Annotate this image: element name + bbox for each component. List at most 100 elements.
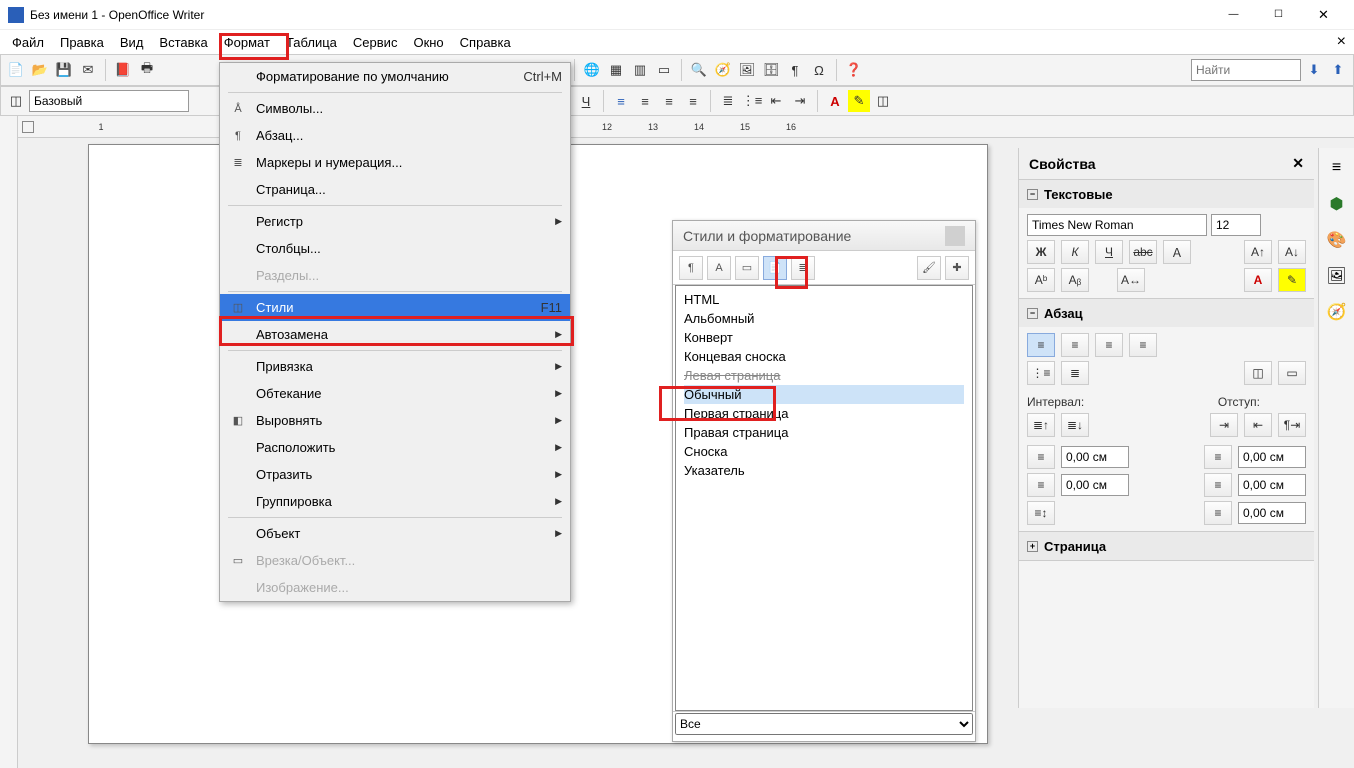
collapse-icon[interactable]: − bbox=[1027, 189, 1038, 200]
menu-default-format[interactable]: Форматирование по умолчаниюCtrl+M bbox=[220, 63, 570, 90]
spacing-dec-icon[interactable]: ≣↓ bbox=[1061, 413, 1089, 437]
collapse-icon-2[interactable]: − bbox=[1027, 308, 1038, 319]
para-justify-icon[interactable]: ≡ bbox=[1129, 333, 1157, 357]
link-button[interactable]: 🌐 bbox=[581, 59, 603, 81]
table-button[interactable]: ▦ bbox=[605, 59, 627, 81]
menu-page[interactable]: Страница... bbox=[220, 176, 570, 203]
frame-button[interactable]: ▭ bbox=[653, 59, 675, 81]
bullets-icon[interactable]: ⋮≡ bbox=[741, 90, 763, 112]
strike-prop-icon[interactable]: abc bbox=[1129, 240, 1157, 264]
below-spin[interactable] bbox=[1061, 474, 1129, 496]
menu-help[interactable]: Справка bbox=[452, 33, 519, 52]
style-item-leftpage[interactable]: Левая страница bbox=[684, 366, 964, 385]
expand-icon[interactable]: + bbox=[1027, 541, 1038, 552]
align-left-icon[interactable]: ≡ bbox=[610, 90, 632, 112]
below-icon[interactable]: ≡ bbox=[1027, 473, 1055, 497]
grow-font-icon[interactable]: A↑ bbox=[1244, 240, 1272, 264]
find-button[interactable]: 🔍 bbox=[688, 59, 710, 81]
style-item-landscape[interactable]: Альбомный bbox=[684, 309, 964, 328]
char-button[interactable]: Ω bbox=[808, 59, 830, 81]
font-name-combo[interactable] bbox=[1027, 214, 1207, 236]
menu-edit[interactable]: Правка bbox=[52, 33, 112, 52]
align-justify-icon[interactable]: ≡ bbox=[682, 90, 704, 112]
bgcolor-icon[interactable]: ◫ bbox=[872, 90, 894, 112]
sidebar-menu-icon[interactable]: ≡ bbox=[1323, 154, 1351, 182]
style-combo[interactable] bbox=[29, 90, 189, 112]
shrink-font-icon[interactable]: A↓ bbox=[1278, 240, 1306, 264]
new-style-icon[interactable]: ✚ bbox=[945, 256, 969, 280]
highlight-prop-icon[interactable]: ✎ bbox=[1278, 268, 1306, 292]
sidebar-gallery-icon[interactable]: 🎨 bbox=[1323, 226, 1351, 254]
menu-view[interactable]: Вид bbox=[112, 33, 152, 52]
underline-icon[interactable]: Ч bbox=[575, 90, 597, 112]
style-item-index[interactable]: Указатель bbox=[684, 461, 964, 480]
sidebar-compass-icon[interactable]: 🧭 bbox=[1323, 298, 1351, 326]
align-center-icon[interactable]: ≡ bbox=[634, 90, 656, 112]
sub-prop-icon[interactable]: Aᵦ bbox=[1061, 268, 1089, 292]
style-item-html[interactable]: HTML bbox=[684, 290, 964, 309]
para-bg-icon[interactable]: ◫ bbox=[1244, 361, 1272, 385]
help-button[interactable]: ❓ bbox=[843, 59, 865, 81]
menu-flip[interactable]: Отразить▶ bbox=[220, 461, 570, 488]
sidebar-properties-icon[interactable]: ⬢ bbox=[1323, 190, 1351, 218]
char-styles-icon[interactable]: A bbox=[707, 256, 731, 280]
find-next-icon[interactable]: ⬆ bbox=[1327, 59, 1349, 81]
menu-tools[interactable]: Сервис bbox=[345, 33, 406, 52]
menu-paragraph[interactable]: ¶Абзац... bbox=[220, 122, 570, 149]
navigator-button[interactable]: 🧭 bbox=[712, 59, 734, 81]
menu-symbols[interactable]: ÅСимволы... bbox=[220, 95, 570, 122]
columns-button[interactable]: ▥ bbox=[629, 59, 651, 81]
para-bullets-icon[interactable]: ⋮≡ bbox=[1027, 361, 1055, 385]
styles-panel-close-icon[interactable] bbox=[945, 226, 965, 246]
firstindent-spin[interactable] bbox=[1238, 502, 1306, 524]
menu-align[interactable]: ◧Выровнять▶ bbox=[220, 407, 570, 434]
numbering-icon[interactable]: ≣ bbox=[717, 90, 739, 112]
highlight-icon[interactable]: ✎ bbox=[848, 90, 870, 112]
menu-object[interactable]: Объект▶ bbox=[220, 520, 570, 547]
nonprint-button[interactable]: ¶ bbox=[784, 59, 806, 81]
menu-file[interactable]: Файл bbox=[4, 33, 52, 52]
page-section-header[interactable]: + Страница bbox=[1019, 532, 1314, 560]
underline-prop-icon[interactable]: Ч bbox=[1095, 240, 1123, 264]
style-item-endnote[interactable]: Концевая сноска bbox=[684, 347, 964, 366]
font-color-icon[interactable]: А bbox=[824, 90, 846, 112]
style-item-rightpage[interactable]: Правая страница bbox=[684, 423, 964, 442]
after-spin[interactable] bbox=[1238, 474, 1306, 496]
close-button[interactable]: ✕ bbox=[1301, 1, 1346, 29]
doc-close-icon[interactable]: × bbox=[1337, 33, 1346, 51]
after-icon[interactable]: ≡ bbox=[1204, 473, 1232, 497]
menu-arrange[interactable]: Расположить▶ bbox=[220, 434, 570, 461]
pdf-button[interactable]: 📕 bbox=[112, 59, 134, 81]
menu-autocorrect[interactable]: Автозамена▶ bbox=[220, 321, 570, 348]
menu-group[interactable]: Группировка▶ bbox=[220, 488, 570, 515]
print-button[interactable]: 🖶 bbox=[136, 59, 158, 81]
para-center-icon[interactable]: ≡ bbox=[1061, 333, 1089, 357]
style-item-firstpage[interactable]: Первая страница bbox=[684, 404, 964, 423]
para-section-header[interactable]: − Абзац bbox=[1019, 299, 1314, 327]
firstline-icon[interactable]: ¶⇥ bbox=[1278, 413, 1306, 437]
linespacing-icon[interactable]: ≡↕ bbox=[1027, 501, 1055, 525]
before-spin[interactable] bbox=[1238, 446, 1306, 468]
super-prop-icon[interactable]: Aᵇ bbox=[1027, 268, 1055, 292]
para-left-icon[interactable]: ≡ bbox=[1027, 333, 1055, 357]
menu-wrap[interactable]: Обтекание▶ bbox=[220, 380, 570, 407]
menu-case[interactable]: Регистр▶ bbox=[220, 208, 570, 235]
indent-icon[interactable]: ⇥ bbox=[789, 90, 811, 112]
fill-format-icon[interactable]: 🖌 bbox=[917, 256, 941, 280]
firstindent-icon[interactable]: ≡ bbox=[1204, 501, 1232, 525]
list-styles-icon[interactable]: ≣ bbox=[791, 256, 815, 280]
para-styles-icon[interactable]: ¶ bbox=[679, 256, 703, 280]
page-styles-icon[interactable]: 📄 bbox=[763, 256, 787, 280]
menu-bullets[interactable]: ≣Маркеры и нумерация... bbox=[220, 149, 570, 176]
new-button[interactable]: 📄 bbox=[5, 59, 27, 81]
style-item-default[interactable]: Обычный bbox=[684, 385, 964, 404]
text-section-header[interactable]: − Текстовые bbox=[1019, 180, 1314, 208]
menu-insert[interactable]: Вставка bbox=[151, 33, 215, 52]
menu-table[interactable]: Таблица bbox=[278, 33, 345, 52]
align-right-icon[interactable]: ≡ bbox=[658, 90, 680, 112]
para-border-icon[interactable]: ▭ bbox=[1278, 361, 1306, 385]
find-prev-icon[interactable]: ⬇ bbox=[1303, 59, 1325, 81]
bold-prop-icon[interactable]: Ж bbox=[1027, 240, 1055, 264]
menu-format[interactable]: Формат bbox=[216, 33, 278, 52]
datasource-button[interactable]: 🗄 bbox=[760, 59, 782, 81]
